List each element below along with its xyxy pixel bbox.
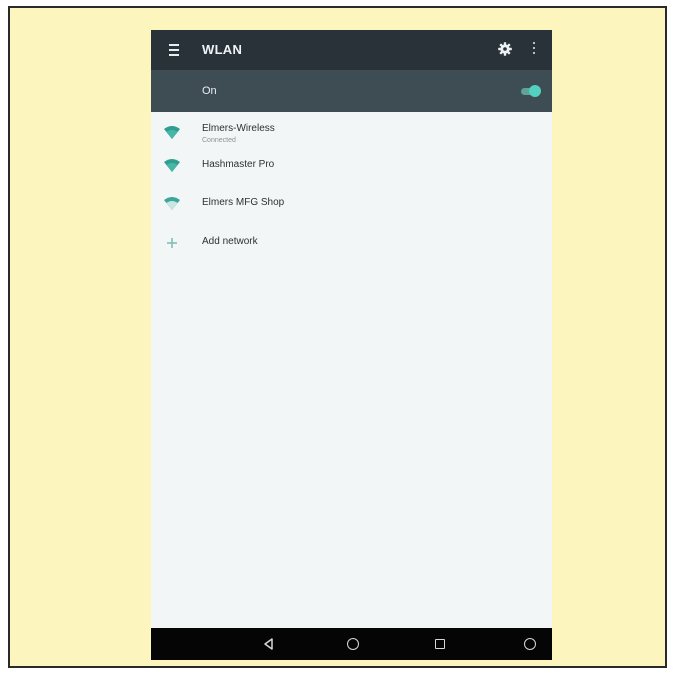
page-title: WLAN — [202, 42, 243, 57]
network-name: Elmers-Wireless — [202, 123, 275, 134]
home-icon[interactable] — [347, 638, 359, 650]
add-network-label: Add network — [202, 236, 258, 247]
wlan-toggle[interactable] — [519, 84, 541, 98]
wifi-signal-icon — [164, 159, 180, 172]
switch-label: On — [202, 85, 217, 97]
network-list: Elmers-Wireless Connected Hashmaster Pro… — [151, 112, 552, 270]
wlan-master-switch-bar[interactable]: On — [151, 70, 552, 112]
network-item-elmers-wireless[interactable]: Elmers-Wireless Connected — [151, 112, 552, 156]
network-item-elmers-mfg-shop[interactable]: Elmers MFG Shop — [151, 194, 552, 232]
network-status: Connected — [202, 137, 236, 144]
wifi-signal-icon — [164, 197, 180, 210]
toggle-thumb — [529, 85, 541, 97]
wifi-signal-icon — [164, 126, 180, 139]
network-name: Hashmaster Pro — [202, 159, 275, 170]
assistant-icon[interactable] — [524, 638, 536, 650]
add-network-item[interactable]: Add network — [151, 232, 552, 270]
system-nav-bar — [151, 628, 552, 660]
gear-icon[interactable] — [497, 41, 513, 57]
network-item-hashmaster-pro[interactable]: Hashmaster Pro — [151, 156, 552, 194]
picture-frame: WLAN On Elmers-Wireless Connected Hashma… — [8, 6, 667, 668]
plus-icon — [167, 238, 177, 248]
network-name: Elmers MFG Shop — [202, 197, 285, 208]
app-toolbar: WLAN — [151, 30, 552, 70]
menu-icon[interactable] — [165, 41, 183, 59]
back-icon[interactable] — [261, 636, 277, 652]
more-vert-icon[interactable] — [529, 42, 539, 58]
tablet-screen: WLAN On Elmers-Wireless Connected Hashma… — [151, 30, 552, 660]
recents-icon[interactable] — [435, 639, 445, 649]
